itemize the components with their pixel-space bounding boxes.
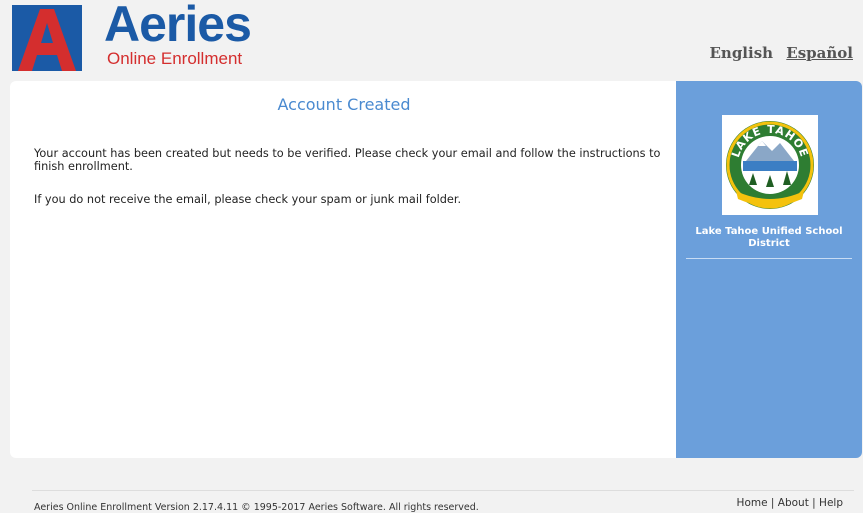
district-seal-logo: LAKE TAHOE bbox=[722, 115, 818, 215]
footer-divider bbox=[32, 490, 854, 491]
district-sidebar: LAKE TAHOE Lake Tahoe Unified School Dis… bbox=[676, 81, 862, 458]
spam-folder-message: If you do not receive the email, please … bbox=[34, 193, 462, 206]
aeries-a-logo-icon bbox=[12, 5, 82, 71]
language-spanish-link[interactable]: Español bbox=[786, 44, 853, 62]
aeries-logo[interactable]: Aeries Online Enrollment bbox=[12, 0, 272, 73]
district-seal-icon: LAKE TAHOE bbox=[726, 121, 814, 209]
language-english-link[interactable]: English bbox=[709, 44, 773, 62]
footer-link-separator: | bbox=[767, 497, 778, 509]
footer-about-link[interactable]: About bbox=[778, 497, 809, 509]
footer-copyright: Aeries Online Enrollment Version 2.17.4.… bbox=[34, 502, 479, 513]
sidebar-divider bbox=[686, 258, 852, 259]
page-header: Aeries Online Enrollment English Español bbox=[0, 0, 863, 80]
footer-links: Home | About | Help bbox=[737, 497, 843, 509]
page-title: Account Created bbox=[277, 95, 411, 114]
district-name: Lake Tahoe Unified School District bbox=[695, 226, 843, 249]
footer-home-link[interactable]: Home bbox=[737, 497, 768, 509]
verification-message: Your account has been created but needs … bbox=[34, 147, 661, 173]
language-switcher: English Español bbox=[701, 44, 853, 62]
footer-help-link[interactable]: Help bbox=[819, 497, 843, 509]
logo-title: Aeries bbox=[104, 0, 252, 52]
main-content-panel: Account Created Your account has been cr… bbox=[10, 81, 678, 458]
logo-subtitle: Online Enrollment bbox=[107, 49, 243, 68]
footer-link-separator: | bbox=[808, 497, 820, 509]
